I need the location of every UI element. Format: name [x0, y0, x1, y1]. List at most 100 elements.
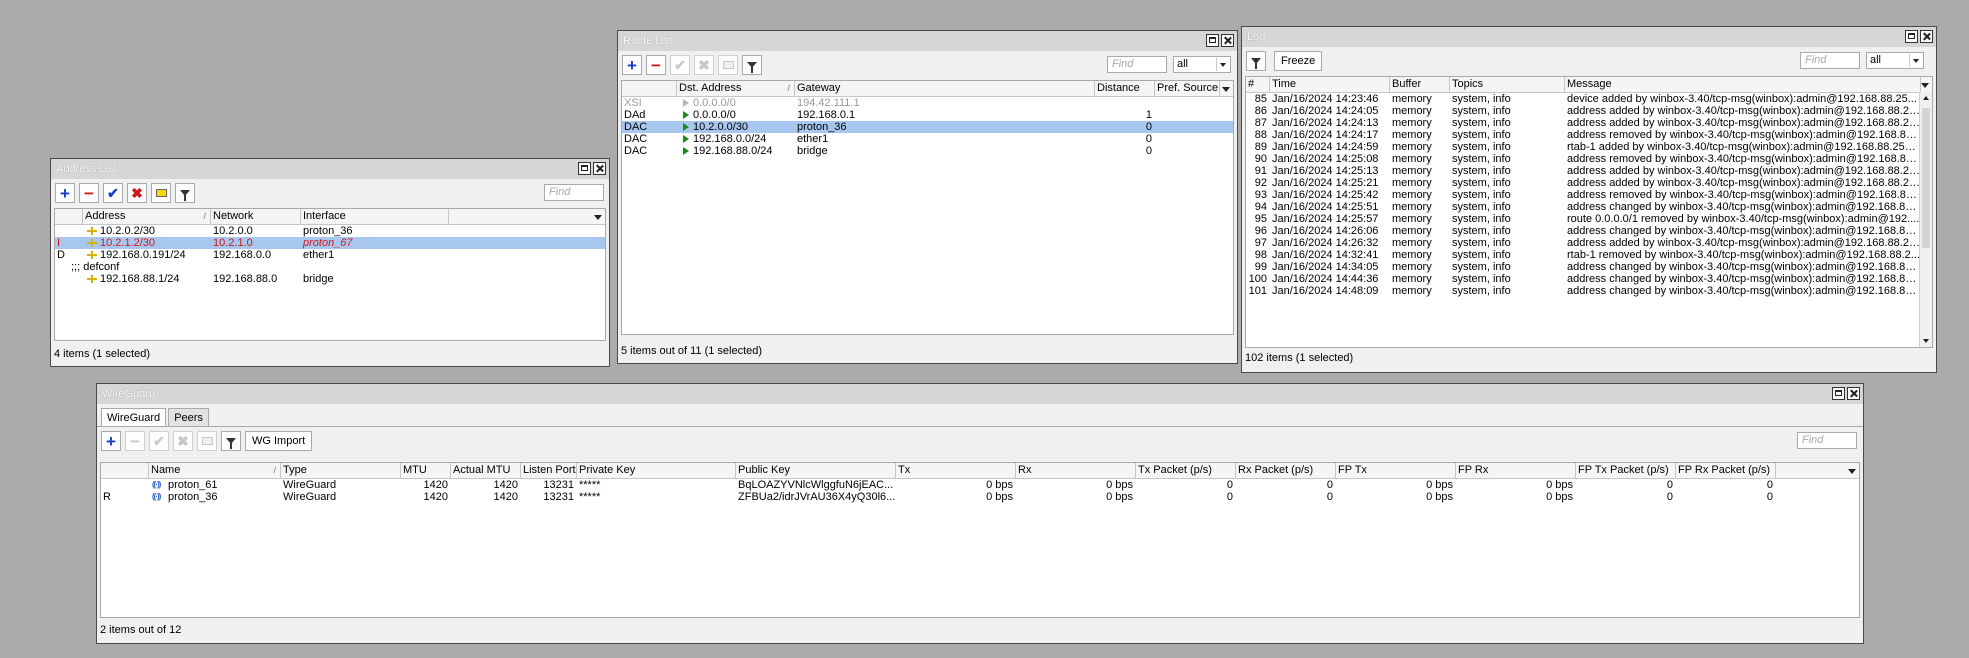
comment-button[interactable]	[718, 55, 738, 75]
col-message[interactable]: Message	[1565, 77, 1921, 92]
log-row[interactable]: 101 Jan/16/2024 14:48:09 memory system, inf…	[1246, 285, 1932, 297]
log-row[interactable]: 89 Jan/16/2024 14:24:59 memory system, info…	[1246, 141, 1932, 153]
col-fp-rx[interactable]: FP Rx	[1456, 463, 1576, 478]
col-listen-port[interactable]: Listen Port	[521, 463, 577, 478]
freeze-button[interactable]: Freeze	[1274, 51, 1323, 71]
col-interface[interactable]: Interface	[301, 209, 449, 224]
table-row[interactable]: DAC 192.168.0.0/24 ether1 0	[622, 133, 1233, 145]
log-row[interactable]: 92 Jan/16/2024 14:25:21 memory system, info…	[1246, 177, 1932, 189]
col-flags[interactable]	[55, 209, 83, 224]
log-row[interactable]: 91 Jan/16/2024 14:25:13 memory system, info…	[1246, 165, 1932, 177]
filter-button[interactable]	[175, 183, 195, 203]
remove-button[interactable]: −	[646, 55, 666, 75]
log-row[interactable]: 96 Jan/16/2024 14:26:06 memory system, info…	[1246, 225, 1932, 237]
maximize-icon[interactable]	[1832, 387, 1845, 400]
column-chooser-icon[interactable]	[1919, 79, 1930, 90]
find-input[interactable]: Find	[544, 184, 604, 201]
maximize-icon[interactable]	[578, 162, 591, 175]
log-row[interactable]: 93 Jan/16/2024 14:25:42 memory system, info…	[1246, 189, 1932, 201]
log-row[interactable]: 86 Jan/16/2024 14:24:05 memory system, info…	[1246, 105, 1932, 117]
find-input[interactable]: Find	[1797, 432, 1857, 449]
column-chooser-icon[interactable]	[1220, 83, 1231, 94]
filter-select[interactable]: all	[1866, 52, 1924, 69]
wireguard-titlebar[interactable]: WireGuard	[97, 384, 1863, 404]
tab-wireguard[interactable]: WireGuard	[101, 408, 167, 426]
comment-row[interactable]: ;;; defconf	[55, 261, 605, 273]
col-fp-tx[interactable]: FP Tx	[1336, 463, 1456, 478]
address-list-titlebar[interactable]: Address List	[51, 159, 609, 179]
col-topics[interactable]: Topics	[1450, 77, 1565, 92]
remove-button[interactable]: −	[125, 431, 145, 451]
column-chooser-icon[interactable]	[592, 211, 603, 222]
enable-button[interactable]: ✔	[103, 183, 123, 203]
log-row[interactable]: 98 Jan/16/2024 14:32:41 memory system, info…	[1246, 249, 1932, 261]
table-row[interactable]: DAC 192.168.88.0/24 bridge 0	[622, 145, 1233, 157]
wg-interface-row[interactable]: Rproton_36 WireGuard 1420 1420 13231 ***** ZFB…	[101, 491, 1859, 503]
wg-import-button[interactable]: WG Import	[245, 431, 313, 451]
col-number[interactable]: #	[1246, 77, 1270, 92]
disable-button[interactable]: ✖	[127, 183, 147, 203]
close-icon[interactable]	[1221, 34, 1234, 47]
col-rx[interactable]: Rx	[1016, 463, 1136, 478]
log-row[interactable]: 95 Jan/16/2024 14:25:57 memory system, info…	[1246, 213, 1932, 225]
enable-button[interactable]: ✔	[149, 431, 169, 451]
add-button[interactable]: +	[622, 55, 642, 75]
filter-button[interactable]	[1246, 51, 1266, 71]
col-buffer[interactable]: Buffer	[1390, 77, 1450, 92]
disable-button[interactable]: ✖	[173, 431, 193, 451]
disable-button[interactable]: ✖	[694, 55, 714, 75]
comment-button[interactable]	[197, 431, 217, 451]
col-flags[interactable]	[101, 463, 149, 478]
col-distance[interactable]: Distance	[1095, 81, 1155, 96]
table-row[interactable]: D 192.168.0.191/24 192.168.0.0 ether1	[55, 249, 605, 261]
log-row[interactable]: 99 Jan/16/2024 14:34:05 memory system, info…	[1246, 261, 1932, 273]
filter-select[interactable]: all	[1173, 56, 1231, 73]
log-titlebar[interactable]: Log	[1242, 27, 1936, 47]
col-dst-address[interactable]: Dst. Address	[677, 81, 795, 96]
filter-button[interactable]	[221, 431, 241, 451]
log-row[interactable]: 97 Jan/16/2024 14:26:32 memory system, info…	[1246, 237, 1932, 249]
log-row[interactable]: 85 Jan/16/2024 14:23:46 memory system, info…	[1246, 93, 1932, 105]
log-scrollbar[interactable]	[1919, 92, 1932, 347]
find-input[interactable]: Find	[1107, 56, 1167, 73]
log-row[interactable]: 100 Jan/16/2024 14:44:36 memory system, inf…	[1246, 273, 1932, 285]
col-actual-mtu[interactable]: Actual MTU	[451, 463, 521, 478]
col-fp-tx-packet[interactable]: FP Tx Packet (p/s)	[1576, 463, 1676, 478]
col-mtu[interactable]: MTU	[401, 463, 451, 478]
close-icon[interactable]	[1920, 30, 1933, 43]
table-row-selected[interactable]: DAC 10.2.0.0/30 proton_36 0	[622, 121, 1233, 133]
remove-button[interactable]: −	[79, 183, 99, 203]
wg-interface-row[interactable]: proton_61 WireGuard 1420 1420 13231 ***** BqLO…	[101, 479, 1859, 491]
table-row-selected[interactable]: I 10.2.1.2/30 10.2.1.0 proton_67	[55, 237, 605, 249]
col-flags[interactable]	[622, 81, 677, 96]
tab-peers[interactable]: Peers	[168, 408, 209, 426]
scroll-up-icon[interactable]	[1923, 96, 1929, 100]
table-row[interactable]: 10.2.0.2/30 10.2.0.0 proton_36	[55, 225, 605, 237]
col-tx[interactable]: Tx	[896, 463, 1016, 478]
maximize-icon[interactable]	[1206, 34, 1219, 47]
enable-button[interactable]: ✔	[670, 55, 690, 75]
log-row[interactable]: 87 Jan/16/2024 14:24:13 memory system, info…	[1246, 117, 1932, 129]
log-row[interactable]: 90 Jan/16/2024 14:25:08 memory system, info…	[1246, 153, 1932, 165]
add-button[interactable]: +	[101, 431, 121, 451]
col-name[interactable]: Name	[149, 463, 281, 478]
close-icon[interactable]	[1847, 387, 1860, 400]
col-network[interactable]: Network	[211, 209, 301, 224]
table-row[interactable]: DAd 0.0.0.0/0 192.168.0.1 1	[622, 109, 1233, 121]
col-time[interactable]: Time	[1270, 77, 1390, 92]
col-pref-source[interactable]: Pref. Source	[1155, 81, 1220, 96]
col-tx-packet[interactable]: Tx Packet (p/s)	[1136, 463, 1236, 478]
column-chooser-icon[interactable]	[1846, 465, 1857, 476]
col-fp-rx-packet[interactable]: FP Rx Packet (p/s)	[1676, 463, 1776, 478]
close-icon[interactable]	[593, 162, 606, 175]
col-gateway[interactable]: Gateway	[795, 81, 1095, 96]
log-row[interactable]: 88 Jan/16/2024 14:24:17 memory system, info…	[1246, 129, 1932, 141]
scroll-thumb[interactable]	[1922, 108, 1930, 248]
table-row[interactable]: XSI 0.0.0.0/0 194.42.111.1	[622, 97, 1233, 109]
scroll-down-icon[interactable]	[1923, 339, 1929, 343]
add-button[interactable]: +	[55, 183, 75, 203]
maximize-icon[interactable]	[1905, 30, 1918, 43]
log-row[interactable]: 94 Jan/16/2024 14:25:51 memory system, info…	[1246, 201, 1932, 213]
col-address[interactable]: Address	[83, 209, 211, 224]
table-row[interactable]: 192.168.88.1/24 192.168.88.0 bridge	[55, 273, 605, 285]
